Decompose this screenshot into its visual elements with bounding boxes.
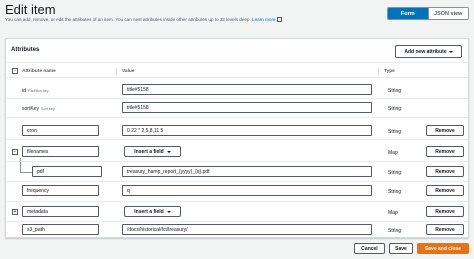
type-label: Map bbox=[388, 210, 398, 216]
remove-button[interactable]: Remove bbox=[426, 224, 464, 235]
column-header-name: Attribute name bbox=[22, 69, 56, 74]
save-and-close-button[interactable]: Save and close bbox=[417, 243, 469, 254]
tree-connector bbox=[20, 172, 32, 173]
remove-button[interactable]: Remove bbox=[426, 206, 464, 217]
type-label: String bbox=[388, 170, 402, 176]
column-header-value: Value bbox=[122, 69, 135, 74]
attribute-name-sortkey: sortKey Sort key bbox=[22, 106, 55, 112]
attribute-name-input[interactable]: metadata bbox=[22, 206, 99, 217]
remove-button[interactable]: Remove bbox=[426, 185, 464, 196]
attribute-name-input[interactable]: pdf bbox=[32, 166, 102, 177]
type-label: String bbox=[388, 106, 402, 112]
remove-button[interactable]: Remove bbox=[426, 125, 464, 136]
type-label: String bbox=[388, 228, 402, 234]
insert-field-button[interactable]: Insert a field bbox=[124, 206, 181, 217]
type-label: Map bbox=[388, 150, 398, 156]
row-divider bbox=[6, 98, 468, 99]
attribute-name-id: id Partition key bbox=[22, 88, 49, 94]
add-new-attribute-label: Add new attribute bbox=[404, 48, 447, 55]
row-divider bbox=[6, 117, 468, 118]
attribute-key: id bbox=[22, 88, 26, 94]
chevron-down-icon bbox=[166, 150, 171, 153]
type-label: String bbox=[388, 88, 402, 94]
panel-header: Attributes Add new attribute bbox=[6, 39, 468, 63]
learn-more-link[interactable]: Learn more bbox=[252, 17, 276, 22]
column-divider bbox=[116, 68, 117, 75]
collapse-toggle[interactable]: − bbox=[12, 149, 18, 155]
type-label: String bbox=[388, 189, 402, 195]
attributes-panel: Attributes Add new attribute − Attribute… bbox=[5, 38, 469, 238]
value-input[interactable]: treasury_hamp_report_{yyyy}_{q}.pdf bbox=[122, 166, 372, 177]
partition-key-note: Partition key bbox=[27, 89, 49, 93]
attribute-name-input[interactable]: filenames bbox=[22, 146, 99, 157]
external-link-icon bbox=[276, 17, 282, 22]
page-subtitle: You can add, remove, or edit the attribu… bbox=[5, 17, 282, 22]
expand-toggle[interactable]: + bbox=[12, 209, 18, 215]
value-input[interactable]: 0 22 * 2,5,8,11 5 bbox=[122, 125, 372, 136]
json-view-button[interactable]: JSON view bbox=[427, 8, 468, 19]
cancel-button[interactable]: Cancel bbox=[354, 243, 385, 254]
subtitle-text: You can add, remove, or edit the attribu… bbox=[5, 17, 251, 22]
chevron-down-icon bbox=[448, 50, 453, 53]
attribute-name-input[interactable]: frequency bbox=[22, 185, 99, 196]
save-button[interactable]: Save bbox=[389, 243, 413, 254]
row-divider bbox=[6, 161, 468, 162]
column-divider bbox=[378, 68, 379, 75]
value-input[interactable]: title#5158 bbox=[122, 102, 372, 113]
panel-title: Attributes bbox=[11, 47, 40, 53]
insert-field-label: Insert a field bbox=[134, 148, 164, 155]
form-view-button[interactable]: Form bbox=[388, 8, 428, 19]
view-toggle: Form JSON view bbox=[387, 7, 469, 20]
type-label: String bbox=[388, 129, 402, 135]
row-divider bbox=[6, 181, 468, 182]
add-new-attribute-button[interactable]: Add new attribute bbox=[395, 45, 462, 58]
value-input[interactable]: /docs/historical/fct/treasury/ bbox=[122, 224, 372, 235]
value-input[interactable]: title#5158 bbox=[122, 84, 372, 95]
chevron-down-icon bbox=[166, 210, 171, 213]
page-title: Edit item bbox=[5, 2, 56, 17]
value-input[interactable]: q bbox=[122, 185, 372, 196]
insert-field-button[interactable]: Insert a field bbox=[124, 146, 181, 157]
header-divider bbox=[6, 77, 468, 78]
attribute-name-input[interactable]: s3_path bbox=[22, 224, 99, 235]
row-divider bbox=[6, 221, 468, 222]
sort-key-note: Sort key bbox=[40, 107, 55, 111]
remove-button[interactable]: Remove bbox=[426, 166, 464, 177]
remove-button[interactable]: Remove bbox=[426, 146, 464, 157]
row-divider bbox=[6, 139, 468, 140]
collapse-all-toggle[interactable]: − bbox=[12, 68, 18, 74]
insert-field-label: Insert a field bbox=[134, 208, 164, 215]
column-header-type: Type bbox=[384, 69, 395, 74]
attribute-key: sortKey bbox=[22, 106, 39, 112]
attribute-name-input[interactable]: cron bbox=[22, 125, 99, 136]
row-divider bbox=[6, 201, 468, 202]
